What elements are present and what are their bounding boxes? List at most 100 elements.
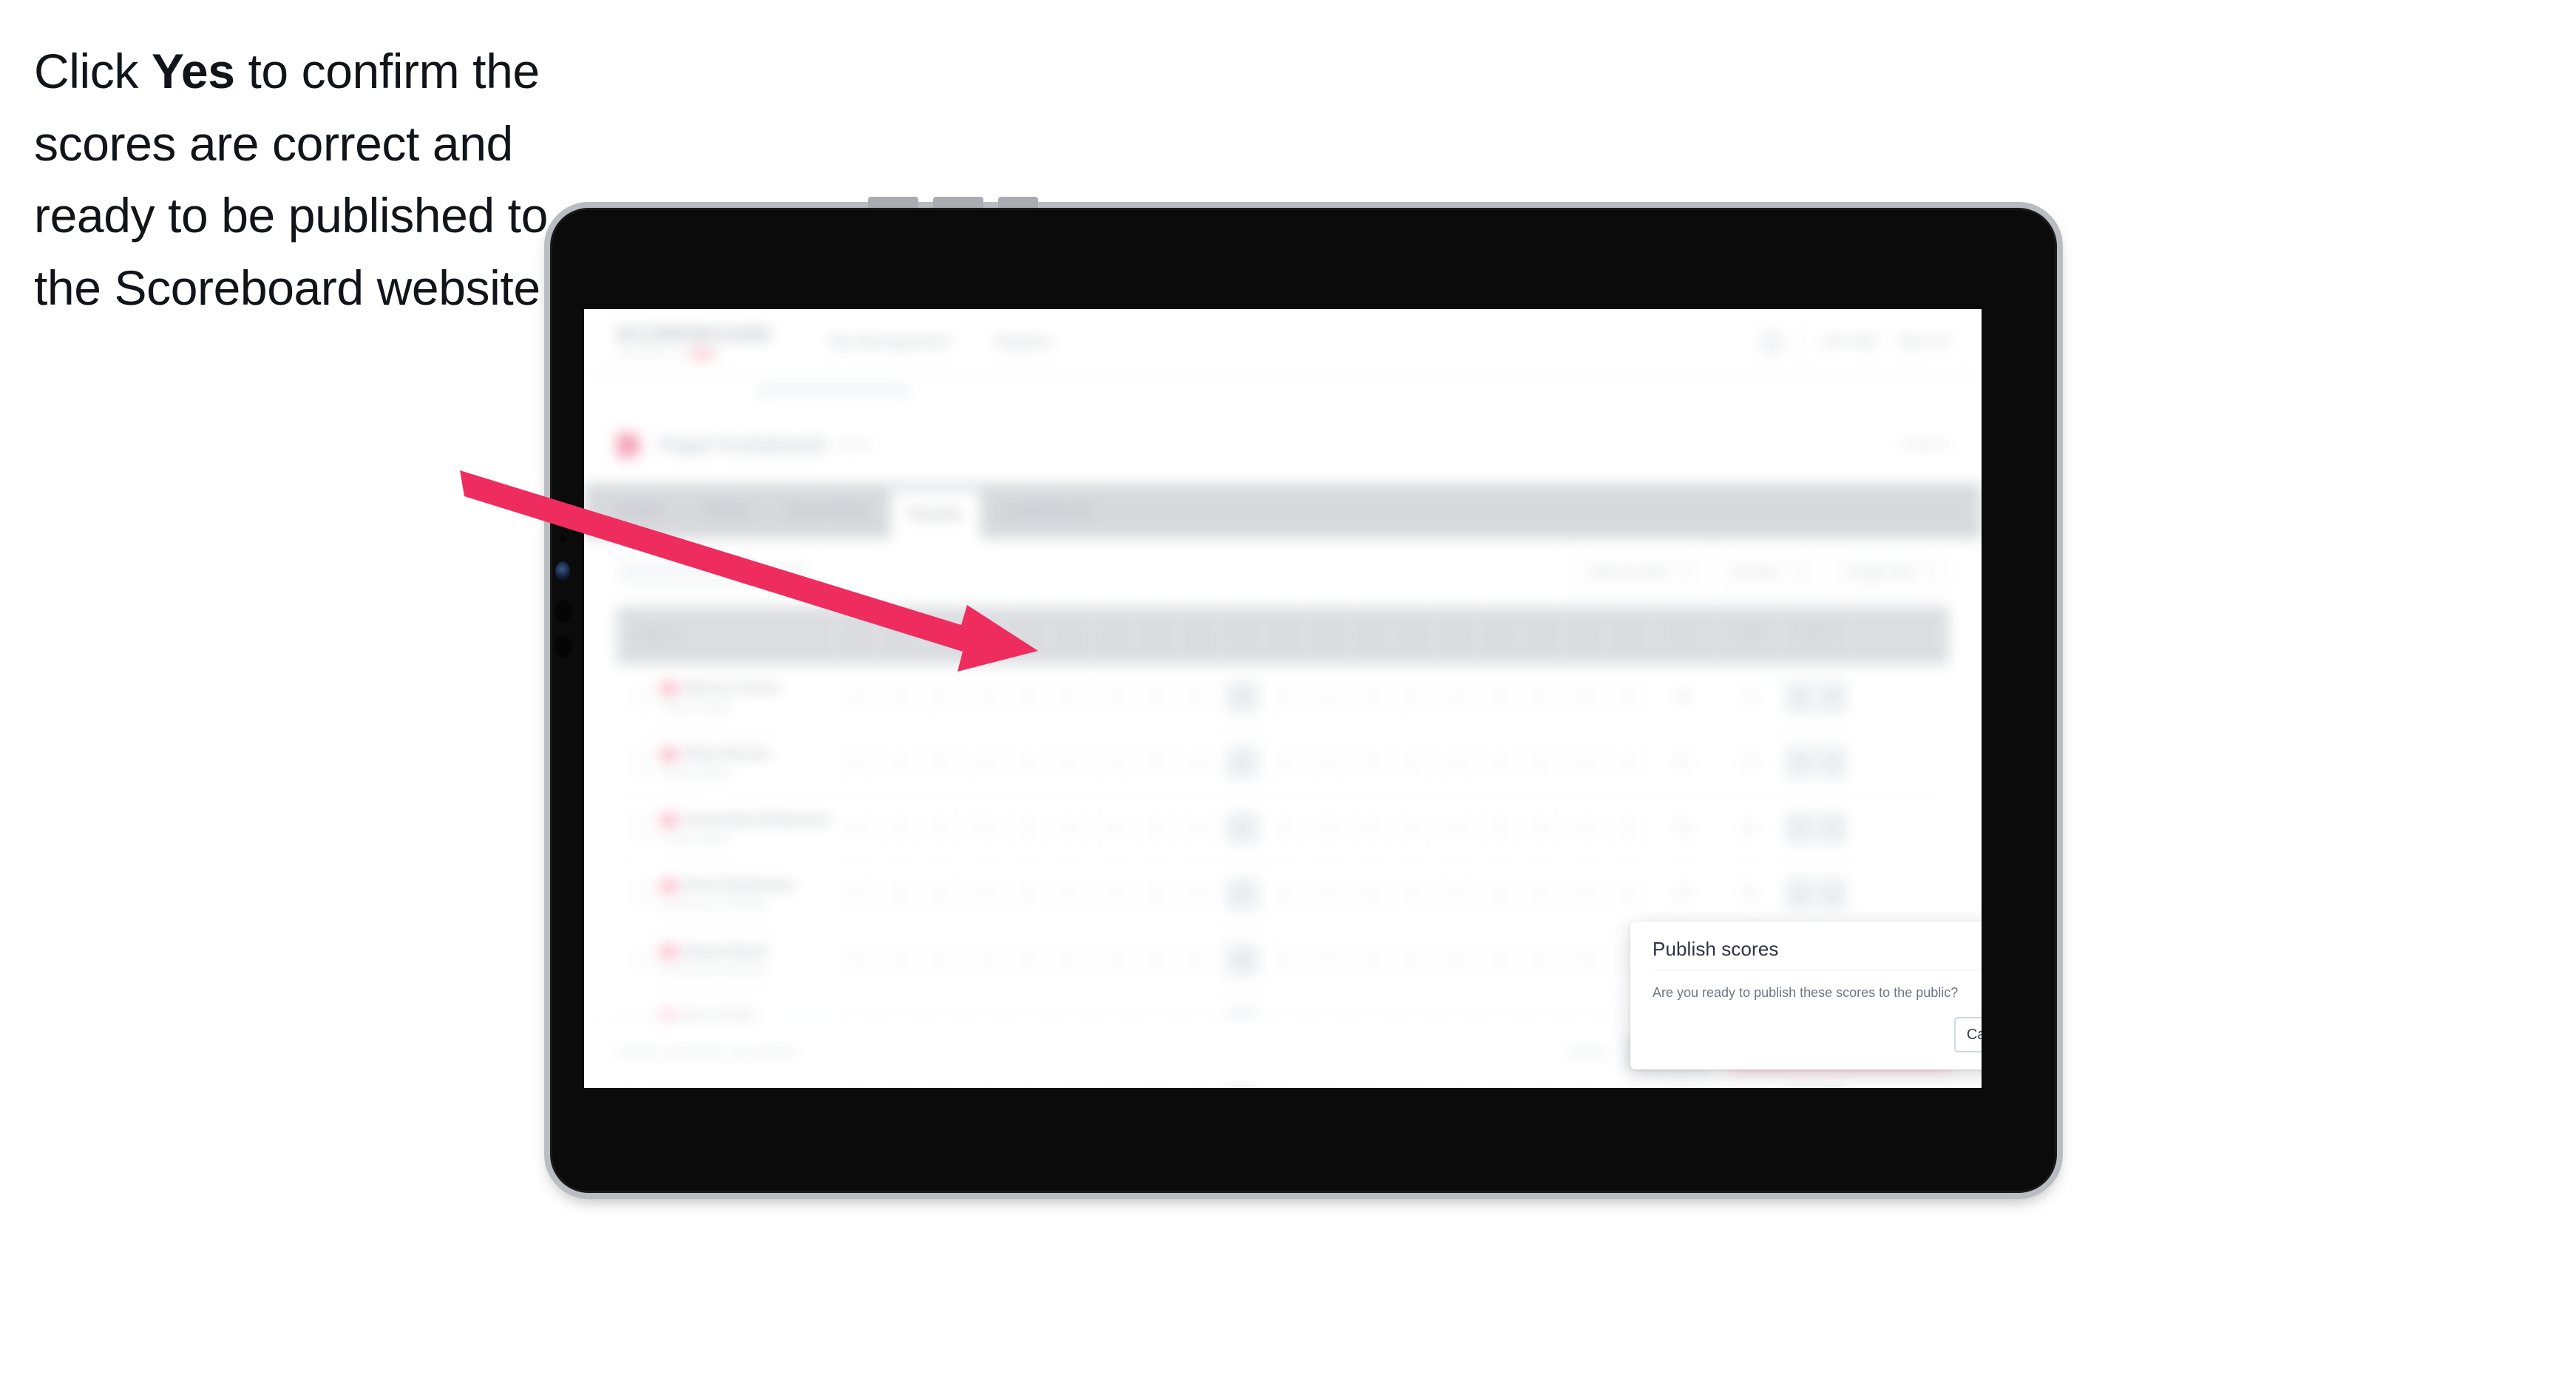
score-cell-hole-6[interactable]: 3	[1049, 796, 1092, 861]
score-cell-hole-10[interactable]: 4	[1264, 730, 1306, 795]
score-cell-total[interactable]: 75	[1716, 862, 1783, 927]
row-checkbox[interactable]	[633, 949, 652, 971]
score-cell-hole-12[interactable]: 5	[1349, 730, 1392, 795]
score-cell-in[interactable]: 37	[1650, 730, 1716, 795]
score-cell-hole-13[interactable]: 4	[1392, 796, 1435, 861]
tab-results[interactable]: Results	[889, 490, 980, 538]
score-cell-hole-4[interactable]: 4	[963, 664, 1006, 729]
row-checkbox[interactable]	[633, 686, 652, 708]
search-input[interactable]	[617, 560, 809, 585]
score-cell-net[interactable]: 75 72	[1783, 862, 1849, 927]
score-cell-hole-16[interactable]: 4	[1521, 730, 1564, 795]
score-cell-hole-17[interactable]: 5	[1564, 927, 1607, 993]
score-cell-hole-13[interactable]: 4	[1392, 664, 1435, 729]
score-cell-hole-18[interactable]: 4	[1607, 862, 1650, 927]
score-cell-total[interactable]: 72	[1716, 664, 1783, 729]
score-cell-hole-5[interactable]: 5	[1006, 862, 1049, 927]
nav-item-reports[interactable]: Reports	[995, 332, 1052, 351]
score-cell-hole-12[interactable]: 5	[1349, 862, 1392, 927]
score-cell-out[interactable]: 37	[1221, 796, 1264, 861]
score-cell-hole-14[interactable]: 4	[1435, 664, 1478, 729]
score-cell-out[interactable]: 36	[1221, 664, 1264, 729]
score-cell-hole-4[interactable]: 4	[963, 927, 1006, 993]
tab-leaderboard[interactable]: Leaderboard	[983, 484, 1110, 538]
breadcrumb[interactable]	[584, 374, 1982, 407]
score-cell-net[interactable]: 74 71	[1783, 730, 1849, 795]
score-cell-hole-11[interactable]: 3	[1306, 664, 1349, 729]
filter-single-only[interactable]: Single Only	[1833, 555, 1949, 589]
score-cell-hole-15[interactable]: 3	[1478, 796, 1521, 861]
score-cell-hole-5[interactable]: 4	[1006, 796, 1049, 861]
score-cell-net[interactable]: 74 71	[1783, 796, 1849, 861]
table-row[interactable]: Cassandra Robertson Paget College 4 3 5 5 4 3 4 5…	[617, 796, 1949, 862]
row-checkbox[interactable]	[633, 883, 652, 905]
score-cell-hole-3[interactable]: 5	[921, 730, 963, 795]
score-cell-hole-5[interactable]: 4	[1006, 664, 1049, 729]
score-cell-hole-6[interactable]: 3	[1049, 664, 1092, 729]
get-help-link[interactable]: Get Help	[1821, 334, 1877, 350]
score-cell-hole-2[interactable]: 3	[878, 664, 921, 729]
bell-icon[interactable]	[1760, 331, 1781, 352]
score-cell-hole-1[interactable]: 4	[835, 862, 878, 927]
score-cell-hole-18[interactable]: 4	[1607, 664, 1650, 729]
nav-item-my-management[interactable]: My Management	[830, 332, 951, 351]
score-cell-hole-10[interactable]: 4	[1264, 796, 1306, 861]
table-row[interactable]: Marcus Turner Paget College 4 3 5 4 4 3 4 5 4 36 4 3 5…	[617, 664, 1949, 730]
score-cell-out[interactable]: 38	[1221, 927, 1264, 993]
score-cell-hole-13[interactable]: 4	[1392, 730, 1435, 795]
score-cell-hole-6[interactable]: 3	[1049, 862, 1092, 927]
score-cell-hole-17[interactable]: 5	[1564, 664, 1607, 729]
row-checkbox[interactable]	[633, 817, 652, 839]
score-cell-hole-9[interactable]: 4	[1178, 664, 1221, 729]
score-cell-hole-2[interactable]: 4	[878, 730, 921, 795]
score-cell-hole-1[interactable]: 4	[835, 796, 878, 861]
score-cell-hole-11[interactable]: 3	[1306, 730, 1349, 795]
cancel-button[interactable]: Cancel	[1954, 1017, 1982, 1052]
score-cell-in[interactable]: 37	[1650, 862, 1716, 927]
score-cell-hole-1[interactable]: 4	[835, 664, 878, 729]
score-cell-hole-8[interactable]: 5	[1135, 862, 1178, 927]
score-cell-hole-7[interactable]: 4	[1092, 796, 1135, 861]
table-row[interactable]: Chris Robertson Northwood University 4 3 5 4 5…	[617, 862, 1949, 927]
score-cell-hole-18[interactable]: 4	[1607, 796, 1650, 861]
score-cell-hole-12[interactable]: 5	[1349, 796, 1392, 861]
score-cell-hole-17[interactable]: 5	[1564, 862, 1607, 927]
score-cell-hole-1[interactable]: 4	[835, 730, 878, 795]
score-cell-in[interactable]: 37	[1650, 796, 1716, 861]
score-cell-hole-4[interactable]: 5	[963, 796, 1006, 861]
score-cell-hole-16[interactable]: 4	[1521, 862, 1564, 927]
score-cell-out[interactable]: 37	[1221, 730, 1264, 795]
score-cell-hole-6[interactable]: 3	[1049, 730, 1092, 795]
score-cell-hole-16[interactable]: 4	[1521, 927, 1564, 993]
score-cell-hole-11[interactable]: 4	[1306, 862, 1349, 927]
score-cell-hole-11[interactable]: 3	[1306, 796, 1349, 861]
score-cell-hole-14[interactable]: 4	[1435, 796, 1478, 861]
score-cell-total[interactable]: 74	[1716, 796, 1783, 861]
table-row[interactable]: Ellen Parrish Paget College 4 4 5 4 4 3 4 5 4 37 4 3 5…	[617, 730, 1949, 796]
score-cell-hole-4[interactable]: 4	[963, 730, 1006, 795]
score-cell-hole-14[interactable]: 4	[1435, 730, 1478, 795]
score-cell-hole-10[interactable]: 4	[1264, 927, 1306, 993]
score-cell-hole-3[interactable]: 5	[921, 664, 963, 729]
score-cell-hole-18[interactable]: 4	[1607, 730, 1650, 795]
score-cell-hole-1[interactable]: 4	[835, 927, 878, 993]
score-cell-hole-15[interactable]: 3	[1478, 862, 1521, 927]
score-cell-hole-6[interactable]: 4	[1049, 927, 1092, 993]
score-cell-hole-15[interactable]: 3	[1478, 927, 1521, 993]
power-button[interactable]	[998, 197, 1038, 208]
score-cell-hole-12[interactable]: 5	[1349, 927, 1392, 993]
tab-score-entry[interactable]: Score Entry	[767, 484, 887, 538]
score-cell-hole-12[interactable]: 5	[1349, 664, 1392, 729]
score-cell-hole-15[interactable]: 4	[1478, 730, 1521, 795]
tab-details[interactable]: Details	[597, 484, 683, 538]
score-cell-hole-14[interactable]: 4	[1435, 862, 1478, 927]
score-cell-hole-7[interactable]: 4	[1092, 862, 1135, 927]
score-cell-hole-16[interactable]: 5	[1521, 796, 1564, 861]
score-cell-hole-9[interactable]: 4	[1178, 730, 1221, 795]
score-cell-hole-7[interactable]: 4	[1092, 730, 1135, 795]
filter-round[interactable]: Round 1	[1719, 555, 1817, 589]
score-cell-hole-9[interactable]: 4	[1178, 862, 1221, 927]
score-cell-hole-5[interactable]: 4	[1006, 927, 1049, 993]
score-cell-hole-2[interactable]: 3	[878, 862, 921, 927]
score-cell-hole-14[interactable]: 5	[1435, 927, 1478, 993]
